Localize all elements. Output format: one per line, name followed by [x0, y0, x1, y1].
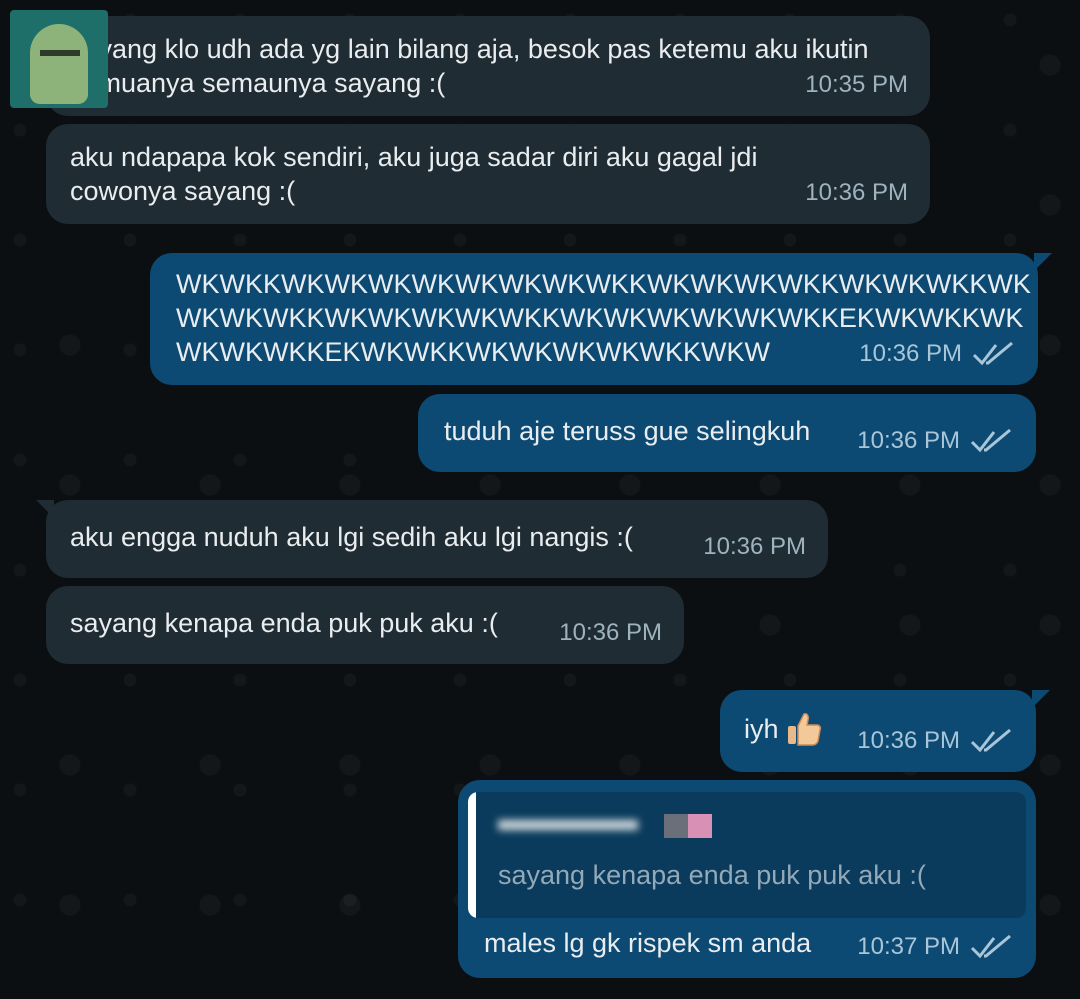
- message-text: aku engga nuduh aku lgi sedih aku lgi na…: [70, 522, 633, 552]
- message-text: iyh: [744, 714, 779, 744]
- sticker-eyes: [40, 50, 80, 56]
- message-time: 10:36 PM: [559, 619, 662, 646]
- message-meta: 10:36 PM: [857, 424, 1014, 458]
- message-bubble[interactable]: WKWKKWKWKWKWKWKWKWKWKKWKWKWKWKKWKWKWKKWK…: [150, 253, 1052, 385]
- bubble-tail: [1032, 690, 1050, 708]
- chat-background: sayang klo udh ada yg lain bilang aja, b…: [0, 0, 1080, 999]
- message-time: 10:36 PM: [805, 179, 908, 206]
- pixelated-emoji: [664, 814, 712, 838]
- bubble-tail: [1034, 253, 1052, 271]
- message-bubble[interactable]: aku ndapapa kok sendiri, aku juga sadar …: [46, 124, 930, 224]
- double-check-icon: [970, 934, 1011, 959]
- message-text-line: WKWKKWKWKWKWKWKWKWKWKKWKWKWKWKKWKWKWKKWK: [176, 269, 1031, 299]
- double-check-icon: [972, 341, 1013, 366]
- message-text-line: WKWKWKKWKWKWKWKWKKWKWKWKWKWKWKKEKWKWKKWK: [176, 303, 1024, 333]
- message-meta: 10:35 PM: [805, 68, 908, 102]
- double-check-icon: [970, 728, 1011, 753]
- double-check-icon: [970, 428, 1011, 453]
- message-meta: 10:37 PM: [857, 930, 1014, 964]
- message-text: aku ndapapa kok sendiri, aku juga sadar …: [70, 142, 758, 206]
- message-text: sayang klo udh ada yg lain bilang aja, b…: [70, 34, 869, 98]
- message-time: 10:36 PM: [859, 340, 962, 367]
- message-time: 10:35 PM: [805, 71, 908, 98]
- message-time: 10:36 PM: [857, 427, 960, 454]
- bubble-tail: [36, 500, 54, 518]
- message-bubble[interactable]: sayang klo udh ada yg lain bilang aja, b…: [46, 16, 930, 116]
- thumbs-up-icon: [787, 713, 821, 746]
- message-meta: 10:36 PM: [559, 616, 662, 650]
- message-time: 10:36 PM: [703, 533, 806, 560]
- message-meta: 10:36 PM: [857, 724, 1014, 758]
- message-meta: 10:36 PM: [859, 337, 1016, 371]
- reply-message-bubble[interactable]: sayang kenapa enda puk puk aku :( males …: [458, 780, 1036, 978]
- quote-bar: [468, 792, 476, 918]
- message-time: 10:37 PM: [857, 933, 960, 960]
- redacted-name: [498, 820, 638, 830]
- message-bubble[interactable]: iyh 10:36 PM: [720, 690, 1050, 772]
- message-meta: 10:36 PM: [805, 176, 908, 210]
- message-bubble[interactable]: tuduh aje teruss gue selingkuh 10:36 PM: [418, 394, 1036, 472]
- quoted-message[interactable]: sayang kenapa enda puk puk aku :(: [468, 792, 1026, 918]
- message-text: males lg gk rispek sm anda: [484, 928, 812, 958]
- sticker-face: [30, 24, 88, 104]
- message-time: 10:36 PM: [857, 727, 960, 754]
- sticker-avatar[interactable]: [10, 10, 108, 108]
- message-bubble[interactable]: aku engga nuduh aku lgi sedih aku lgi na…: [36, 500, 828, 578]
- message-meta: 10:36 PM: [703, 530, 806, 564]
- message-bubble[interactable]: sayang kenapa enda puk puk aku :( 10:36 …: [46, 586, 684, 664]
- quoted-text: sayang kenapa enda puk puk aku :(: [498, 860, 926, 890]
